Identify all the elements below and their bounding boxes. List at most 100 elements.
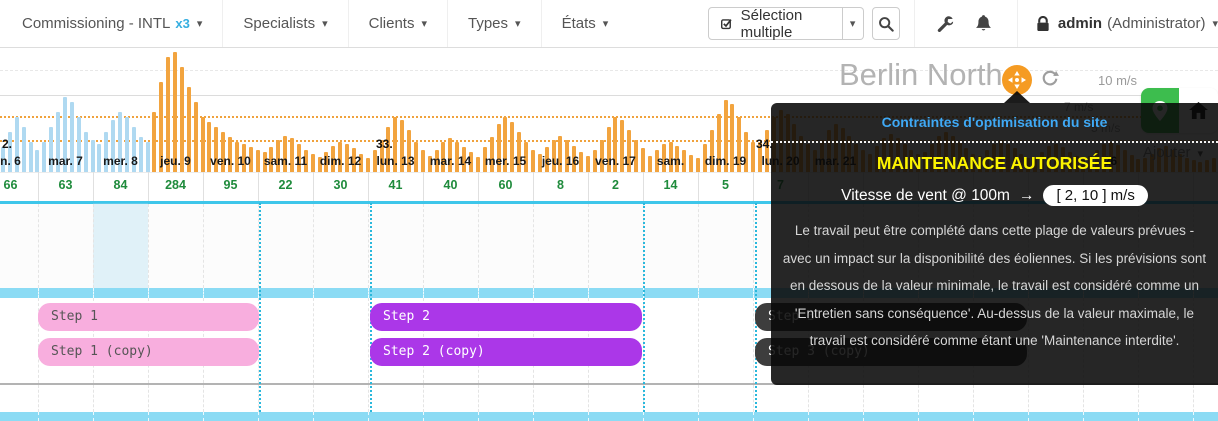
day-count: 95 [224,178,238,192]
day-label: jeu. 9 [160,154,191,168]
strip-day-separator [478,288,479,298]
range-marker-line [259,203,261,412]
multi-select-caret-button[interactable] [843,7,864,40]
day-gridline [1083,385,1084,412]
strip-day-separator [313,412,314,421]
day-gridline [148,385,149,412]
wind-speed-label: Vitesse de vent @ 100m [841,187,1010,205]
day-column-separator [203,172,204,201]
notifications-bell-button[interactable] [976,15,991,32]
search-button[interactable] [872,7,900,40]
day-label: sam. [657,154,684,168]
settings-wrench-button[interactable] [937,15,954,32]
wrench-icon [937,15,954,32]
day-gridline [368,385,369,412]
tooltip-title: Contraintes d'optimisation du site [771,114,1218,130]
strip-day-separator [588,288,589,298]
strip-day-separator [93,288,94,298]
day-gridline [863,385,864,412]
wind-bar [641,148,645,172]
wind-bar [146,142,150,172]
week-number-label: 33. [376,137,393,151]
strip-day-separator [753,412,754,421]
chevron-down-icon [421,17,427,30]
strip-day-separator [533,288,534,298]
menu-etats[interactable]: États [542,0,629,47]
day-gridline [203,385,204,412]
day-gridline [753,204,754,288]
strip-day-separator [148,412,149,421]
day-gridline [1138,385,1139,412]
wind-bar [689,155,693,172]
strip-day-separator [1138,412,1139,421]
wind-bar [35,150,39,172]
bell-icon [976,15,991,32]
gantt-task-bar[interactable]: Step 1 (copy) [38,338,259,366]
wind-bar [91,140,95,172]
strip-day-separator [478,412,479,421]
day-gridline [38,385,39,412]
day-label: ven. 10 [210,154,251,168]
user-menu[interactable]: admin (Administrator) [1017,0,1218,47]
menu-label: États [562,15,596,32]
day-gridline [588,385,589,412]
strip-day-separator [698,288,699,298]
day-gridline [753,385,754,412]
menu-clients[interactable]: Clients [349,0,448,47]
wind-bar [201,117,205,172]
menu-specialists[interactable]: Specialists [223,0,348,47]
gantt-task-bar[interactable]: Step 1 [38,303,259,331]
day-column-separator [478,172,479,201]
menu-commissioning[interactable]: Commissioning - INTL x3 [2,0,223,47]
day-column-separator [588,172,589,201]
day-column-separator [753,172,754,201]
gantt-task-bar[interactable]: Step 2 (copy) [370,338,642,366]
strip-day-separator [533,412,534,421]
day-gridline [368,204,369,288]
day-count: 8 [557,178,564,192]
day-label: ven. 17 [595,154,636,168]
multi-select-button[interactable]: Sélection multiple [708,7,842,40]
strip-day-separator [973,412,974,421]
refresh-icon[interactable] [1041,68,1059,91]
wind-speed-row: Vitesse de vent @ 100m → [ 2, 10 ] m/s [771,185,1218,206]
chevron-down-icon [322,17,328,30]
day-gridline [148,204,149,288]
wind-bar [648,156,652,172]
menu-types[interactable]: Types [448,0,542,47]
day-gridline [423,204,424,288]
week-number-label: 2. [2,137,12,151]
arrow-icon: → [1019,187,1035,205]
strip-day-separator [1028,412,1029,421]
day-gridline [1028,385,1029,412]
wind-bar [29,142,33,172]
day-gridline [973,385,974,412]
day-column-separator [93,172,94,201]
day-gridline [478,385,479,412]
bottom-row [0,385,1218,412]
site-constraints-tooltip: Contraintes d'optimisation du site MAINT… [771,103,1218,385]
day-count: 30 [334,178,348,192]
day-gridline [313,204,314,288]
wind-bar [421,150,425,172]
day-gridline [93,385,94,412]
day-column-separator [368,172,369,201]
strip-day-separator [698,412,699,421]
day-count: 14 [664,178,678,192]
wind-bar [152,112,156,172]
checkbox-checked-icon [721,16,732,31]
day-column-separator [423,172,424,201]
gantt-task-bar[interactable]: Step 2 [370,303,642,331]
day-count: 60 [499,178,513,192]
wind-bar [42,142,46,172]
top-navbar: Commissioning - INTL x3 Specialists Clie… [0,0,1218,48]
chevron-down-icon [603,17,609,30]
day-count: 63 [59,178,73,192]
menu-label: Specialists [243,15,315,32]
day-column-separator [643,172,644,201]
menu-label: Types [468,15,508,32]
day-gridline [588,204,589,288]
strip-day-separator [258,412,259,421]
wind-range-pill: [ 2, 10 ] m/s [1043,185,1147,206]
day-gridline [918,385,919,412]
